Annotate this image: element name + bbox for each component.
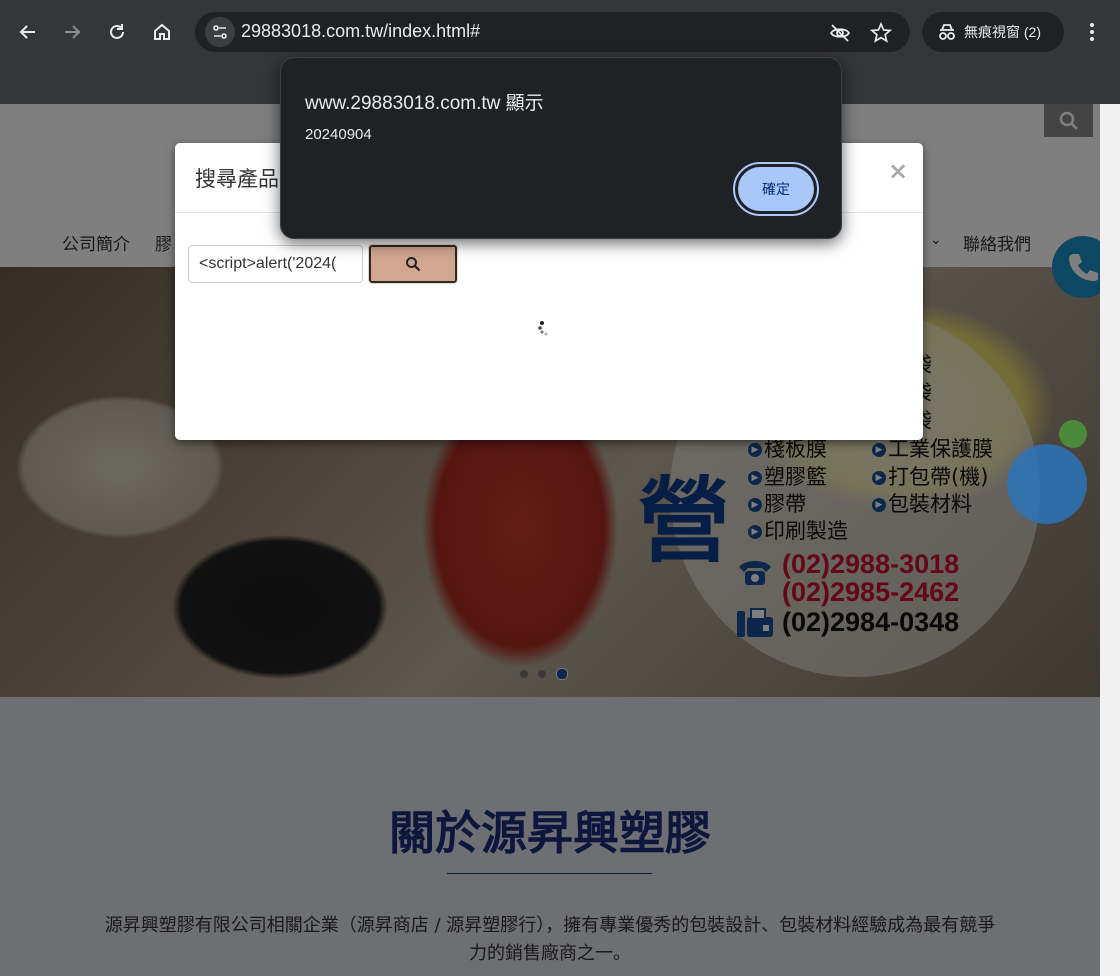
bookmark-button[interactable] <box>869 21 893 44</box>
forward-button[interactable] <box>56 16 88 48</box>
reload-icon <box>110 24 124 39</box>
close-icon[interactable]: × <box>888 157 908 185</box>
alert-title: www.29883018.com.tw 顯示 <box>305 93 544 114</box>
search-input[interactable]: <script>alert('2024( <box>188 245 363 283</box>
tracking-protection-button[interactable] <box>829 22 851 44</box>
incognito-button[interactable]: 無痕視窗 (2) <box>922 12 1064 52</box>
loading-spinner-icon <box>538 321 548 336</box>
browser-toolbar: 29883018.com.tw/index.html# 無痕視窗 (2) <box>0 0 1120 64</box>
back-button[interactable] <box>12 16 44 48</box>
star-icon <box>869 21 893 43</box>
floating-play-button[interactable] <box>1007 444 1087 524</box>
home-button[interactable] <box>146 16 178 48</box>
incognito-label: 無痕視窗 (2) <box>964 24 1041 40</box>
eye-off-icon <box>829 24 851 42</box>
alert-ok-button[interactable]: 確定 <box>733 162 819 216</box>
floating-line-button[interactable] <box>1059 420 1087 448</box>
javascript-alert-dialog: www.29883018.com.tw 顯示 20240904 確定 <box>280 57 842 239</box>
search-icon <box>406 257 421 272</box>
page-scrollbar[interactable] <box>1100 104 1120 976</box>
forward-icon <box>65 25 81 39</box>
site-info-icon <box>213 25 227 39</box>
home-icon <box>154 23 170 40</box>
address-bar[interactable]: 29883018.com.tw/index.html# <box>195 12 910 52</box>
url-text[interactable]: 29883018.com.tw/index.html# <box>241 21 480 42</box>
browser-menu-button[interactable] <box>1078 16 1106 48</box>
reload-button[interactable] <box>101 16 133 48</box>
more-icon <box>1090 23 1094 41</box>
search-submit-button[interactable] <box>368 244 458 284</box>
back-icon <box>19 25 35 39</box>
modal-title: 搜尋產品 <box>195 167 279 191</box>
incognito-icon <box>939 24 955 40</box>
site-info-button[interactable] <box>205 17 235 47</box>
alert-message: 20240904 <box>305 126 372 143</box>
